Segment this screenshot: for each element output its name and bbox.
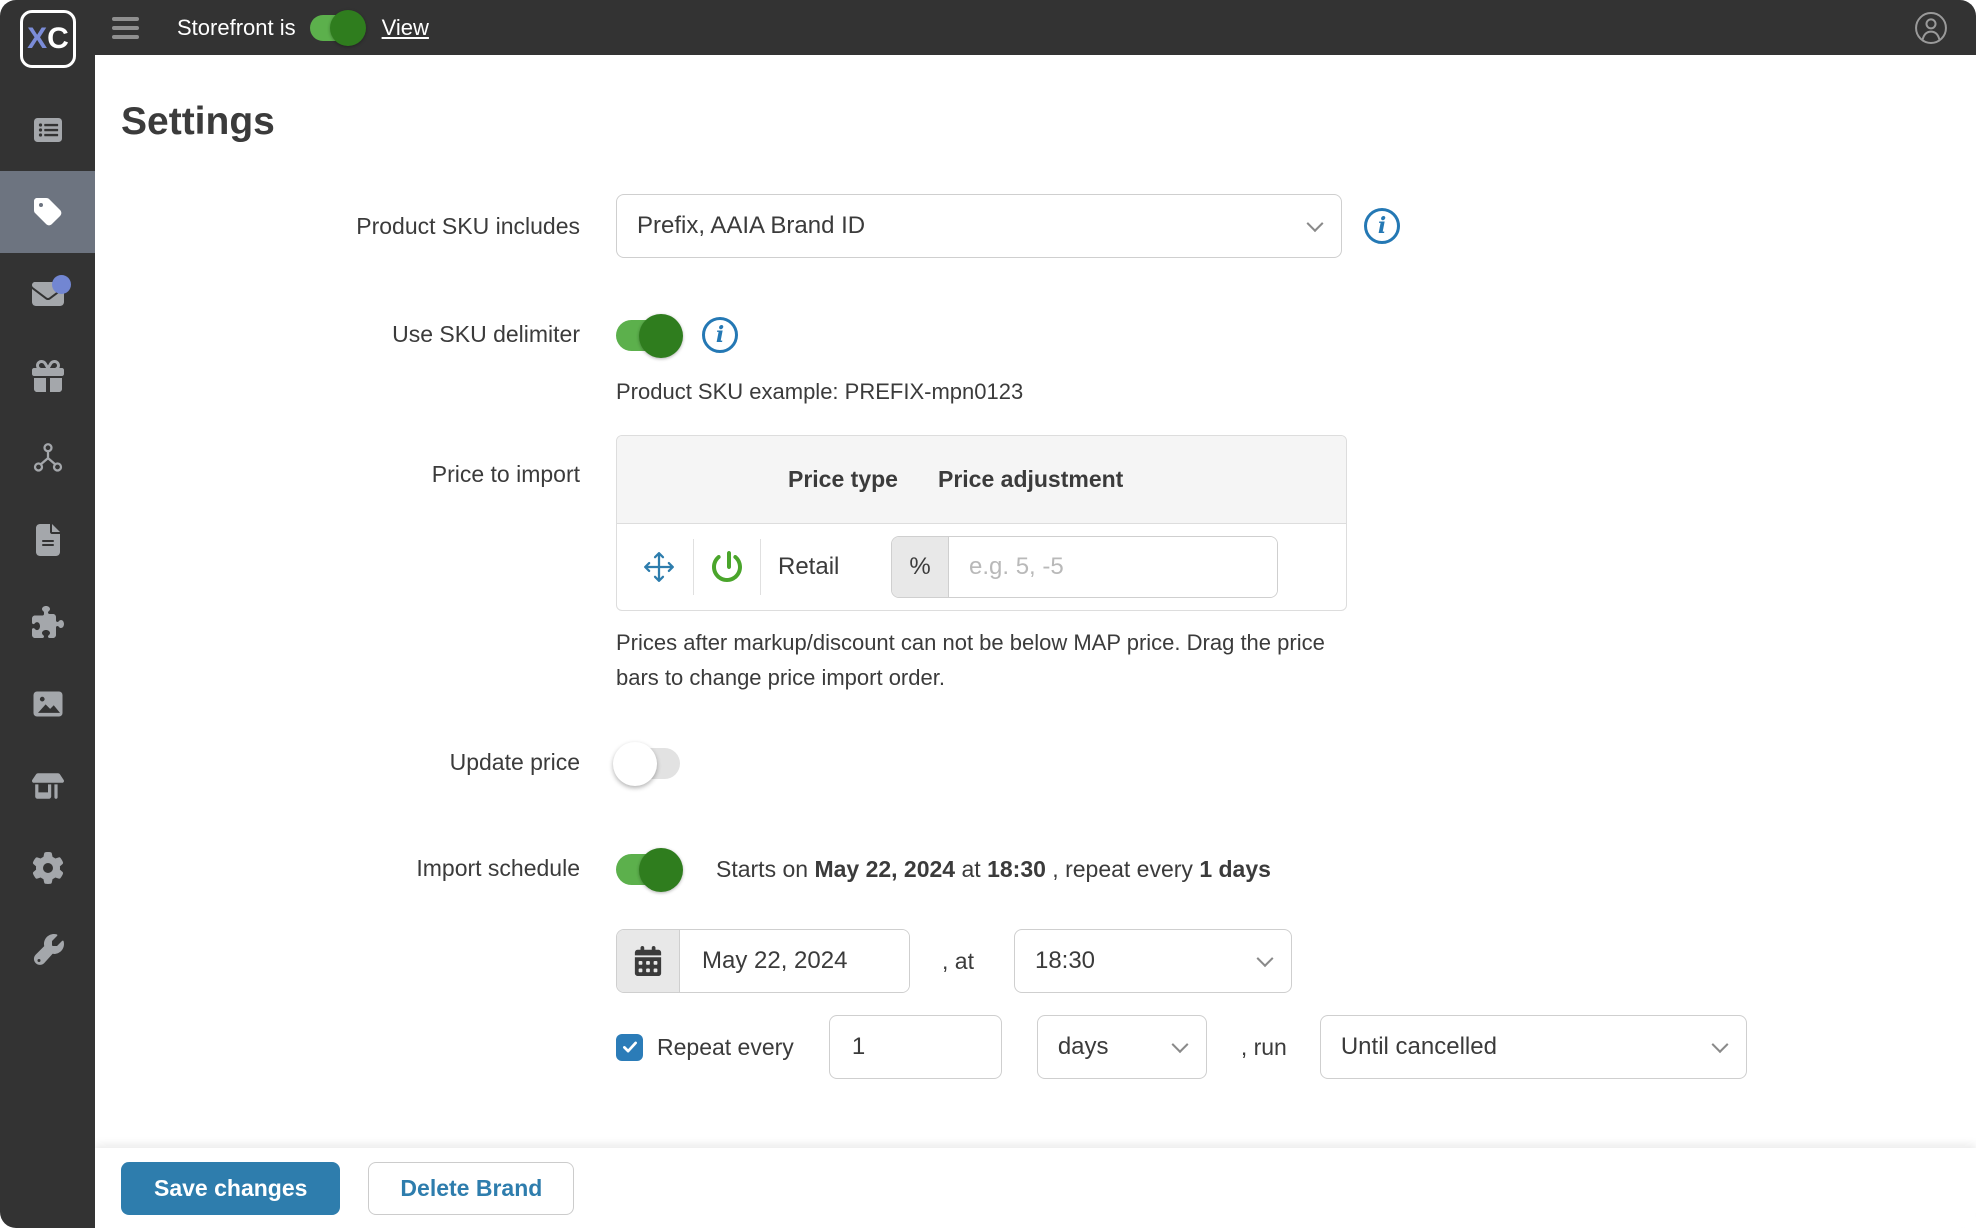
summary-at: at [962, 856, 981, 882]
page-title: Settings [121, 100, 1976, 144]
sidebar-item-media[interactable] [0, 663, 95, 745]
drag-move-icon[interactable] [642, 550, 676, 584]
date-input-group [616, 929, 910, 993]
sidebar-item-promotions[interactable] [0, 335, 95, 417]
xc-logo[interactable]: XC [20, 10, 76, 68]
schedule-summary: Starts on May 22, 2024 at 18:30 , repeat… [716, 856, 1271, 883]
run-label: , run [1241, 1034, 1287, 1061]
price-import-label: Price to import [121, 435, 580, 488]
schedule-repeat-line: Repeat every days , run Until cancelled [616, 1015, 1747, 1079]
store-icon [32, 770, 64, 802]
logo-letter-c: C [47, 22, 69, 56]
start-time-value: 18:30 [1035, 947, 1095, 975]
repeat-unit-value: days [1058, 1033, 1109, 1061]
toggle-knob [330, 10, 366, 46]
sidebar-item-integrations[interactable] [0, 417, 95, 499]
sidebar-item-tags[interactable] [0, 171, 95, 253]
repeat-unit-select[interactable]: days [1037, 1015, 1207, 1079]
storefront-toggle[interactable] [310, 15, 364, 41]
price-adjustment-group: % [891, 536, 1278, 598]
check-icon [621, 1038, 639, 1056]
toggle-knob [639, 848, 683, 892]
hamburger-menu-icon[interactable] [112, 17, 139, 39]
price-type-header: Price type [788, 466, 938, 493]
import-schedule-row: Import schedule Starts on May 22, 2024 a… [121, 847, 1976, 1079]
sidebar-item-list[interactable] [0, 89, 95, 171]
sku-delimiter-toggle[interactable] [616, 320, 680, 351]
repeat-every-label: Repeat every [657, 1034, 794, 1061]
product-sku-select[interactable]: Prefix, AAIA Brand ID [616, 194, 1342, 258]
price-adjustment-header: Price adjustment [938, 466, 1123, 493]
summary-time: 18:30 [987, 856, 1046, 882]
update-price-label: Update price [121, 741, 580, 776]
footer-bar: Save changes Delete Brand [95, 1148, 1976, 1228]
puzzle-icon [32, 606, 64, 638]
price-table-header: Price type Price adjustment [617, 436, 1346, 524]
file-icon [32, 524, 64, 556]
update-price-toggle[interactable] [616, 748, 680, 779]
product-sku-label: Product SKU includes [121, 213, 580, 240]
summary-interval: 1 days [1199, 856, 1271, 882]
product-sku-row: Product SKU includes Prefix, AAIA Brand … [121, 194, 1976, 258]
account-icon[interactable] [1914, 11, 1948, 45]
power-toggle-icon[interactable] [711, 551, 743, 583]
price-import-row: Price to import Price type Price adjustm… [121, 435, 1976, 695]
sku-example-text: Product SKU example: PREFIX-mpn0123 [616, 379, 1023, 405]
run-until-select[interactable]: Until cancelled [1320, 1015, 1747, 1079]
logo-letter-x: X [27, 22, 47, 56]
wrench-icon [32, 934, 64, 966]
price-adjustment-input[interactable] [949, 537, 1277, 597]
start-date-input[interactable] [680, 930, 909, 992]
gift-icon [32, 360, 64, 392]
product-sku-info-icon[interactable]: i [1364, 208, 1400, 244]
settings-form: Product SKU includes Prefix, AAIA Brand … [121, 194, 1976, 1079]
table-list-icon [32, 114, 64, 146]
start-time-select[interactable]: 18:30 [1014, 929, 1292, 993]
sidebar-item-messages[interactable] [0, 253, 95, 335]
gear-icon [32, 852, 64, 884]
calendar-button[interactable] [617, 930, 680, 992]
at-label: , at [942, 948, 974, 975]
sku-delimiter-label: Use SKU delimiter [121, 313, 580, 348]
sidebar-item-storefront[interactable] [0, 745, 95, 827]
import-schedule-label: Import schedule [121, 847, 580, 882]
summary-date: May 22, 2024 [814, 856, 955, 882]
sidebar-item-pages[interactable] [0, 499, 95, 581]
price-table: Price type Price adjustment [616, 435, 1347, 611]
sidebar-item-addons[interactable] [0, 581, 95, 663]
product-sku-value: Prefix, AAIA Brand ID [637, 212, 865, 240]
percent-addon: % [892, 537, 949, 597]
main-content: Settings Product SKU includes Prefix, AA… [95, 55, 1976, 1148]
app-window: XC Storefront is View [0, 0, 1976, 1228]
price-type-value: Retail [778, 553, 891, 581]
save-changes-button[interactable]: Save changes [121, 1162, 340, 1215]
update-price-row: Update price [121, 741, 1976, 785]
delete-brand-button[interactable]: Delete Brand [368, 1162, 574, 1215]
notification-badge [52, 275, 71, 294]
import-schedule-toggle[interactable] [616, 854, 680, 885]
storefront-status-label: Storefront is [177, 15, 296, 41]
sidebar-item-tools[interactable] [0, 909, 95, 991]
price-table-row: Retail % [617, 524, 1346, 610]
sku-delimiter-row: Use SKU delimiter i Product SKU example:… [121, 313, 1976, 405]
repeat-checkbox[interactable] [616, 1034, 643, 1061]
toggle-knob [613, 742, 657, 786]
sku-delimiter-info-icon[interactable]: i [702, 317, 738, 353]
nodes-icon [32, 442, 64, 474]
run-until-value: Until cancelled [1341, 1033, 1497, 1061]
image-icon [32, 688, 64, 720]
schedule-datetime-line: , at 18:30 [616, 929, 1747, 993]
toggle-knob [639, 314, 683, 358]
summary-starts-on: Starts on [716, 856, 808, 882]
sidebar-item-settings[interactable] [0, 827, 95, 909]
price-note-text: Prices after markup/discount can not be … [616, 625, 1326, 695]
summary-repeat: , repeat every [1052, 856, 1193, 882]
sidebar-nav [0, 55, 95, 1228]
top-bar: XC Storefront is View [0, 0, 1976, 55]
tag-icon [32, 196, 64, 228]
calendar-icon [633, 946, 663, 976]
view-storefront-link[interactable]: View [382, 15, 429, 41]
repeat-interval-input[interactable] [829, 1015, 1002, 1079]
